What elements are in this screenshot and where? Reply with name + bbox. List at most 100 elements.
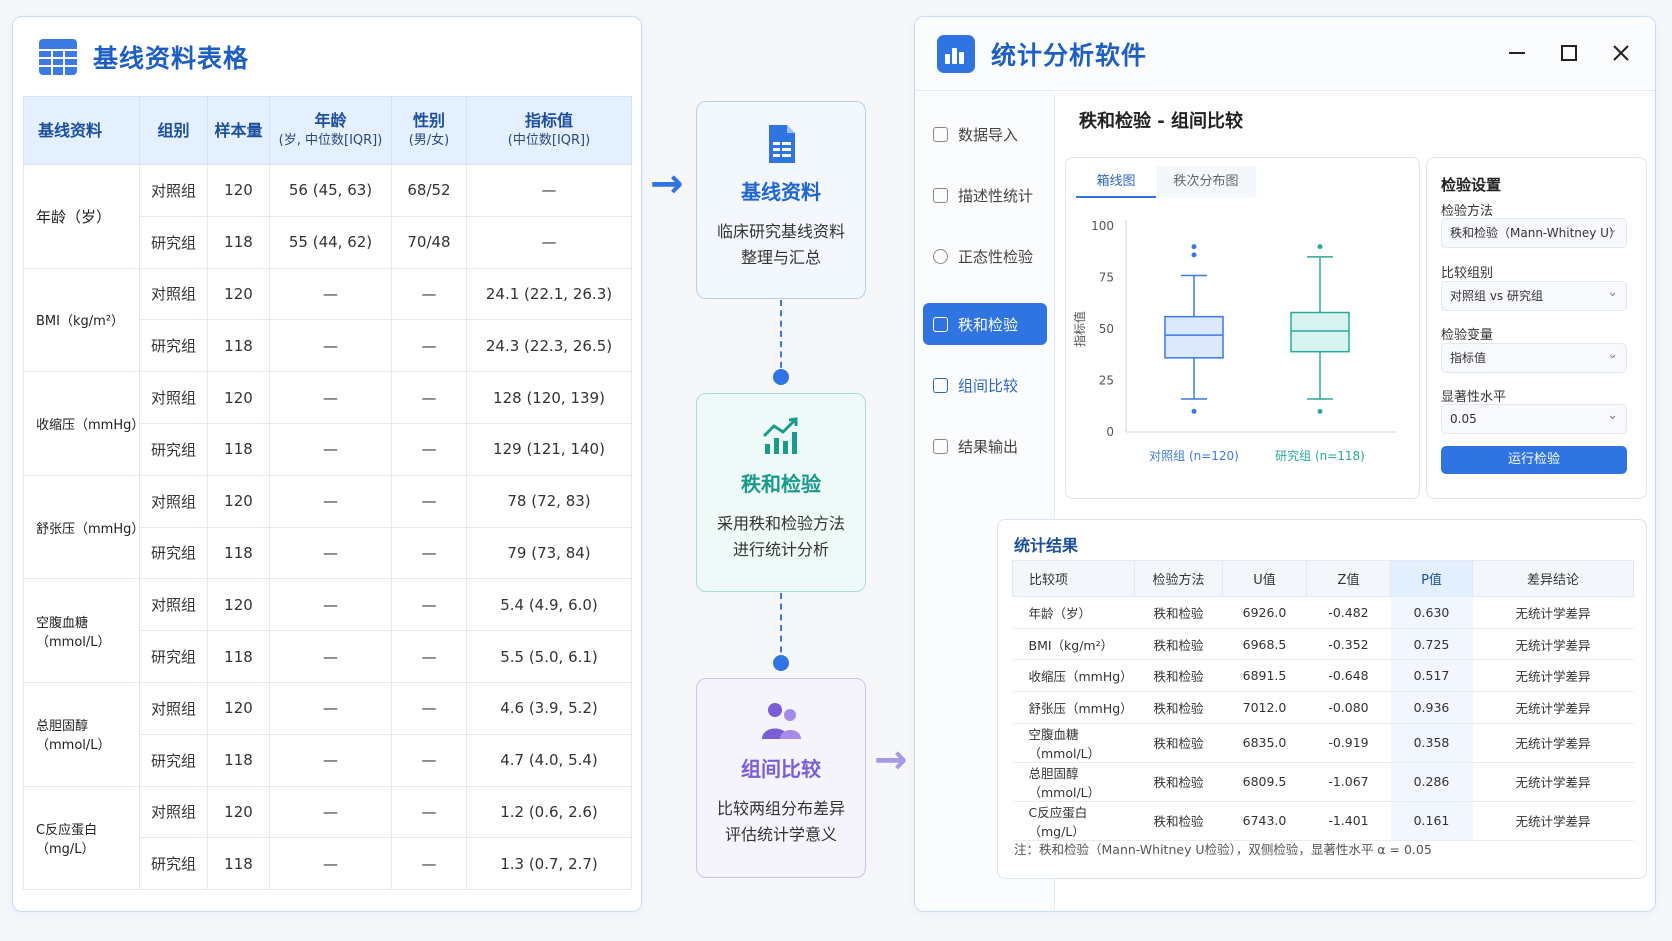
col-header: U值 bbox=[1222, 560, 1307, 597]
result-cell: 秩和检验 bbox=[1134, 596, 1223, 629]
settings-title: 检验设置 bbox=[1441, 176, 1502, 194]
col-header: Z值 bbox=[1306, 560, 1391, 597]
baseline-card-header: 基线资料表格 bbox=[39, 39, 249, 75]
table-cell: 129 (121, 140) bbox=[466, 422, 632, 476]
table-cell: 5.4 (4.9, 6.0) bbox=[466, 578, 632, 632]
chart-panel: 箱线图 秩次分布图 0 25 50 75 100 指标值 对照组 (n=120) 研究组 (n… bbox=[1065, 157, 1420, 499]
run-test-button[interactable]: 运行检验 bbox=[1441, 446, 1627, 474]
table-cell: — bbox=[269, 371, 392, 424]
table-row: 收缩压（mmHg） 秩和检验 6891.5 -0.648 0.517 无统计学差异 bbox=[1012, 659, 1634, 693]
result-cell: 无统计学差异 bbox=[1472, 596, 1634, 629]
variable-label: 检验变量 bbox=[1441, 328, 1494, 343]
table-cell: 120 bbox=[207, 578, 270, 632]
table-cell: 118 bbox=[207, 733, 270, 787]
sidebar-item-normality[interactable]: 正态性检验 bbox=[923, 235, 1047, 277]
table-cell: 研究组 bbox=[139, 837, 208, 891]
chart-icon bbox=[933, 316, 948, 332]
y-tick-label: 0 bbox=[1106, 425, 1114, 439]
variable-name-cell: 年龄（岁） bbox=[23, 164, 140, 269]
table-cell: 对照组 bbox=[139, 164, 208, 217]
results-title: 统计结果 bbox=[1014, 536, 1079, 555]
close-icon[interactable] bbox=[1607, 39, 1635, 67]
group-users-icon bbox=[762, 703, 801, 739]
variable-name-cell: C反应蛋白（mg/L） bbox=[23, 785, 140, 891]
result-cell: 6926.0 bbox=[1222, 596, 1307, 629]
table-cell: 68/52 bbox=[391, 164, 467, 217]
table-row: 总胆固醇（mmol/L） 对照组 120— —4.6 (3.9, 5.2) bbox=[23, 681, 632, 787]
result-cell: 舒张压（mmHg） bbox=[1012, 691, 1135, 724]
table-row: BMI（kg/m²） 对照组 120— —24.1 (22.1, 26.3) bbox=[23, 267, 632, 373]
result-cell: 空腹血糖（mmol/L） bbox=[1012, 723, 1135, 763]
page-title: 秩和检验 - 组间比较 bbox=[1079, 111, 1244, 132]
alpha-select[interactable]: 0.05 bbox=[1441, 402, 1627, 434]
table-cell: 56 (45, 63) bbox=[269, 164, 392, 217]
table-cell: — bbox=[391, 733, 467, 787]
result-cell: 无统计学差异 bbox=[1472, 723, 1634, 763]
sidebar-item-output[interactable]: 结果输出 bbox=[923, 425, 1047, 467]
table-icon bbox=[39, 39, 77, 75]
table-cell: 120 bbox=[207, 371, 270, 424]
result-cell: -0.352 bbox=[1306, 628, 1391, 661]
table-cell: — bbox=[269, 681, 392, 735]
method-select[interactable]: 秩和检验（Mann-Whitney U） bbox=[1441, 216, 1627, 248]
stats-software-window: 统计分析软件 数据导入 描述性统计 正态性检验 秩和检验 组间比较 结果输出 秩… bbox=[914, 16, 1656, 912]
table-cell: — bbox=[466, 215, 632, 269]
window-titlebar: 统计分析软件 bbox=[915, 17, 1655, 91]
table-cell: — bbox=[391, 578, 467, 632]
flow-step-desc: 比较两组分布差异 评估统计学意义 bbox=[716, 799, 845, 844]
minimize-icon[interactable] bbox=[1503, 39, 1531, 67]
group-select[interactable]: 对照组 vs 研究组 bbox=[1441, 279, 1627, 311]
table-cell: 78 (72, 83) bbox=[466, 474, 632, 528]
table-cell: 1.3 (0.7, 2.7) bbox=[466, 837, 632, 891]
table-cell: 128 (120, 139) bbox=[466, 371, 632, 424]
result-cell: -0.919 bbox=[1306, 723, 1391, 763]
table-cell: 118 bbox=[207, 837, 270, 891]
sidebar-item-rank-test[interactable]: 秩和检验 bbox=[923, 303, 1047, 345]
table-cell: — bbox=[269, 733, 392, 787]
tab-boxplot[interactable]: 箱线图 bbox=[1076, 166, 1156, 198]
result-cell: 无统计学差异 bbox=[1472, 628, 1634, 661]
table-cell: — bbox=[269, 422, 392, 476]
results-header-row: 比较项 检验方法 U值 Z值 P值 差异结论 bbox=[1012, 560, 1634, 597]
y-tick-label: 25 bbox=[1099, 374, 1114, 388]
table-cell: 118 bbox=[207, 422, 270, 476]
table-cell: 5.5 (5.0, 6.1) bbox=[466, 630, 632, 683]
arrow-right-icon: → bbox=[650, 161, 684, 207]
col-header: 样本量 bbox=[207, 96, 270, 165]
outlier-point bbox=[1317, 244, 1323, 250]
sidebar-item-data-import[interactable]: 数据导入 bbox=[923, 113, 1047, 155]
result-cell: 秩和检验 bbox=[1134, 762, 1223, 802]
result-cell: -0.080 bbox=[1306, 691, 1391, 724]
table-cell: — bbox=[391, 422, 467, 476]
variable-select[interactable]: 指标值 bbox=[1441, 341, 1627, 373]
variable-name-cell: 舒张压（mmHg） bbox=[23, 474, 144, 580]
result-cell: 0.517 bbox=[1390, 659, 1473, 693]
chart-tabs: 箱线图 秩次分布图 bbox=[1076, 166, 1256, 198]
table-cell: 研究组 bbox=[139, 215, 208, 269]
tab-rank-distribution[interactable]: 秩次分布图 bbox=[1156, 166, 1256, 198]
variable-name-cell: 收缩压（mmHg） bbox=[23, 371, 144, 476]
table-cell: 24.1 (22.1, 26.3) bbox=[466, 267, 632, 321]
sidebar-item-descriptive[interactable]: 描述性统计 bbox=[923, 174, 1047, 216]
result-cell: BMI（kg/m²） bbox=[1012, 628, 1135, 661]
table-cell: 对照组 bbox=[139, 267, 208, 321]
table-cell: — bbox=[391, 681, 467, 735]
sidebar-item-group-compare[interactable]: 组间比较 bbox=[923, 364, 1047, 406]
baseline-table-card: 基线资料表格 基线资料 组别 样本量 年龄 (岁, 中位数[IQR]) 性别 (男/… bbox=[12, 16, 642, 912]
table-cell: 研究组 bbox=[139, 526, 208, 580]
table-cell: 79 (73, 84) bbox=[466, 526, 632, 580]
maximize-icon[interactable] bbox=[1555, 39, 1583, 67]
table-cell: 24.3 (22.3, 26.5) bbox=[466, 319, 632, 373]
x-tick-label: 研究组 (n=118) bbox=[1275, 448, 1365, 463]
col-header: 性别 (男/女) bbox=[391, 96, 467, 165]
outlier-point bbox=[1317, 408, 1323, 414]
table-cell: 120 bbox=[207, 267, 270, 321]
table-row: 收缩压（mmHg） 对照组 120— —128 (120, 139) bbox=[23, 371, 632, 476]
table-cell: — bbox=[391, 319, 467, 373]
y-tick-label: 100 bbox=[1091, 219, 1114, 233]
table-row: C反应蛋白（mg/L） 对照组 120— —1.2 (0.6, 2.6) bbox=[23, 785, 632, 891]
result-cell: 6891.5 bbox=[1222, 659, 1307, 693]
col-header: 基线资料 bbox=[23, 96, 140, 165]
sidebar-item-label: 正态性检验 bbox=[958, 247, 1034, 266]
result-cell: 6809.5 bbox=[1222, 762, 1307, 802]
